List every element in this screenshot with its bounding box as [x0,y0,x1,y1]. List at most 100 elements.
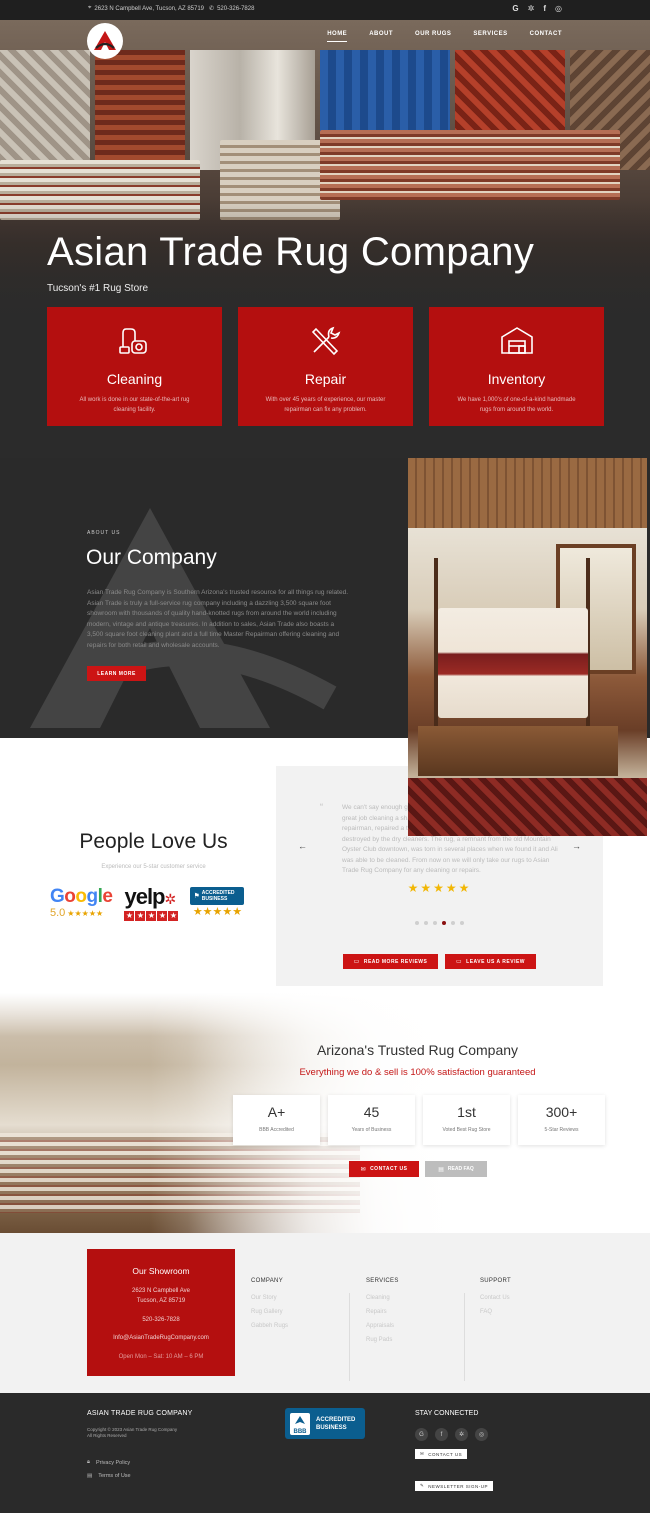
read-faq-button[interactable]: ▤ READ FAQ [425,1161,487,1177]
button-label: CONTACT US [428,1451,463,1457]
bbb-rating-badge[interactable]: ⚑ ACCREDITED BUSINESS ★★★★★ [190,887,245,918]
stat-value: 45 [363,1104,380,1120]
button-label: READ FAQ [447,1166,474,1172]
nav-home[interactable]: HOME [327,31,348,42]
newsletter-signup-button[interactable]: ✎ NEWSLETTER SIGN-UP [415,1481,494,1491]
card-title: Repair [304,371,347,387]
about-title: Our Company [86,546,217,569]
main-nav: HOME ABOUT OUR RUGS SERVICES CONTACT [327,31,562,42]
carousel-dot-active[interactable] [442,921,446,925]
bbb-seal-icon: ⚑ [193,893,200,900]
yelp-icon[interactable]: ✲ [455,1428,468,1441]
stat-label: BBB Accredited [259,1127,294,1133]
nav-contact[interactable]: CONTACT [530,31,562,42]
carousel-dot[interactable] [424,921,428,925]
button-label: READ MORE REVIEWS [363,958,428,965]
footer-link[interactable]: Our Story [251,1295,288,1301]
footer-link[interactable]: Appraisals [366,1323,399,1329]
tools-icon [238,325,413,359]
bbb-accredited-badge[interactable]: BBB ACCREDITED BUSINESS [285,1408,365,1439]
read-more-reviews-button[interactable]: ▭ READ MORE REVIEWS [343,954,438,969]
nav-about[interactable]: ABOUT [369,31,393,42]
top-phone[interactable]: 520-326-7828 [217,6,254,12]
stat-card: 45 Years of Business [328,1095,415,1145]
yelp-rating-badge[interactable]: yelp✲ ★ ★ ★ ★ ★ [124,884,179,921]
showroom-address-1: 2623 N Campbell Ave [132,1288,190,1294]
google-stars: ★★★★★ [67,908,104,918]
leave-review-button[interactable]: ▭ LEAVE US A REVIEW [445,954,536,969]
arrow-right-icon[interactable]: → [572,841,581,851]
rights-line: All Rights Reserved [87,1433,127,1438]
footer-link[interactable]: Contact Us [480,1295,511,1301]
footer-link[interactable]: Gabbeh Rugs [251,1323,288,1329]
privacy-link[interactable]: 🔒︎ Privacy Policy [87,1459,130,1466]
footer-col-company: COMPANY Our Story Rug Gallery Gabbeh Rug… [251,1278,288,1329]
hero-section: ⌖ 2623 N Campbell Ave, Tucson, AZ 85719 … [0,0,650,458]
footer-social-icons: G f ✲ ◎ [415,1428,488,1441]
card-title: Cleaning [106,371,163,387]
carousel-dot[interactable] [415,921,419,925]
service-cards: Cleaning All work is done in our state-o… [47,307,604,426]
carousel-dot[interactable] [433,921,437,925]
footer-link[interactable]: Repairs [366,1309,399,1315]
book-icon: ▤ [438,1166,444,1173]
facebook-icon[interactable]: f [543,4,546,13]
review-badges: Google 5.0 ★★★★★ yelp✲ ★ ★ ★ ★ ★ ⚑ ACCREDITED … [50,884,245,921]
footer-link[interactable]: Cleaning [366,1295,399,1301]
button-label: NEWSLETTER SIGN-UP [428,1483,489,1489]
yelp-icon[interactable]: ✲ [528,4,535,13]
stay-connected-title: STAY CONNECTED [415,1410,479,1417]
google-rating-badge[interactable]: Google 5.0 ★★★★★ [50,886,113,919]
footer-link[interactable]: Rug Pads [366,1337,399,1343]
card-text: All work is done in our state-of-the-art… [79,397,190,413]
stat-label: Years of Business [351,1127,392,1133]
footer-top: Our Showroom 2623 N Campbell Ave Tucson,… [0,1233,650,1393]
stat-card: A+ BBB Accredited [233,1095,320,1145]
company-logo[interactable] [87,23,123,59]
google-logo: Google [50,886,113,907]
chat-icon: ▭ [455,959,463,965]
button-label: CONTACT US [370,1166,408,1172]
card-repair[interactable]: Repair With over 45 years of experience,… [238,307,413,426]
google-icon[interactable]: G [512,4,518,13]
footer-col-title: SERVICES [366,1278,399,1284]
terms-link[interactable]: ▤ Terms of Use [87,1473,131,1479]
showroom-email[interactable]: Info@AsianTradeRugCompany.com [87,1333,235,1343]
bbb-torch-icon: BBB [290,1412,310,1435]
mail-icon: ✉ [360,1166,367,1173]
divider [464,1293,465,1381]
nav-our-rugs[interactable]: OUR RUGS [415,31,451,42]
showroom-title: Our Showroom [132,1266,190,1276]
arrow-left-icon[interactable]: ← [298,841,307,851]
facebook-icon[interactable]: f [435,1428,448,1441]
google-icon[interactable]: G [415,1428,428,1441]
warehouse-icon [429,325,604,359]
card-cleaning[interactable]: Cleaning All work is done in our state-o… [47,307,222,426]
card-inventory[interactable]: Inventory We have 1,000's of one-of-a-ki… [429,307,604,426]
footer-link[interactable]: FAQ [480,1309,511,1315]
carousel-dot[interactable] [451,921,455,925]
chat-icon: ▭ [353,959,360,965]
top-address: 2623 N Campbell Ave, Tucson, AZ 85719 [94,5,205,12]
footer-link[interactable]: Rug Gallery [251,1309,288,1315]
card-title: Inventory [487,371,546,387]
carousel-dot[interactable] [460,921,464,925]
contact-us-button[interactable]: ✉ CONTACT US [349,1161,419,1177]
stat-value: A+ [267,1104,286,1120]
top-bar: ⌖ 2623 N Campbell Ave, Tucson, AZ 85719 … [0,0,650,20]
stat-card: 300+ 5-Star Reviews [518,1095,605,1145]
learn-more-button[interactable]: LEARN MORE [87,666,146,681]
instagram-icon[interactable]: ◎ [555,4,562,13]
terms-label: Terms of Use [98,1473,131,1479]
quote-icon: “ [320,802,323,812]
footer-col-title: SUPPORT [480,1278,511,1284]
edit-icon: ✎ [420,1483,425,1488]
footer-contact-button[interactable]: ✉ CONTACT US [415,1449,468,1459]
google-score: 5.0 [50,907,66,919]
card-text: With over 45 years of experience, our ma… [265,397,386,413]
nav-services[interactable]: SERVICES [473,31,507,42]
showroom-phone[interactable]: 520-326-7828 [87,1315,235,1325]
instagram-icon[interactable]: ◎ [475,1428,488,1441]
footer-col-support: SUPPORT Contact Us FAQ [480,1278,511,1315]
footer-copyright: Copyright © 2023 Asian Trade Rug Company… [87,1427,227,1439]
